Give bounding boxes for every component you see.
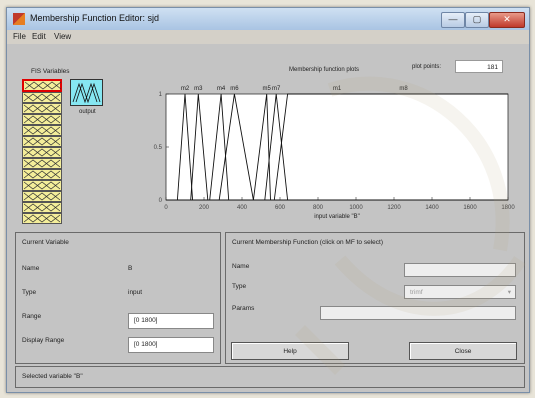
mf-name-input[interactable]	[404, 263, 516, 277]
input-mf-icon	[23, 93, 61, 102]
x-tick-label: 800	[313, 205, 324, 211]
input-variable-block[interactable]	[22, 136, 62, 147]
input-variable-block[interactable]	[22, 103, 62, 114]
input-mf-icon	[23, 170, 61, 179]
output-variable-block[interactable]	[70, 79, 103, 106]
menu-bar: File Edit View	[7, 30, 529, 44]
status-bar: Selected variable "B"	[15, 366, 525, 388]
current-variable-panel: Current Variable Name B Type input Range…	[15, 232, 221, 364]
minimize-button[interactable]: —	[441, 12, 465, 28]
input-mf-icon	[23, 126, 61, 135]
x-tick-label: 0	[164, 205, 168, 211]
input-mf-icon	[23, 214, 61, 223]
mf-label: m2	[181, 86, 190, 92]
variable-name-value: B	[128, 265, 133, 272]
menu-edit[interactable]: Edit	[32, 32, 46, 41]
input-variable-block[interactable]	[22, 92, 62, 103]
close-button[interactable]: Close	[409, 342, 517, 360]
input-variable-block[interactable]	[22, 147, 62, 158]
input-variable-block[interactable]	[22, 213, 62, 224]
input-mf-icon	[23, 137, 61, 146]
mf-params-label: Params	[232, 305, 255, 312]
mf-label: m5	[263, 86, 272, 92]
fis-variables-title: FIS Variables	[31, 68, 70, 75]
variable-type-label: Type	[22, 289, 37, 296]
input-variable-block[interactable]	[22, 114, 62, 125]
range-input[interactable]: [0 1800]	[128, 313, 214, 329]
mf-label: m3	[194, 86, 203, 92]
mf-type-value: trimf	[410, 289, 423, 296]
close-window-button[interactable]: ✕	[489, 12, 525, 28]
input-variable-block[interactable]	[22, 158, 62, 169]
input-mf-icon	[24, 81, 62, 90]
mf-type-select[interactable]: trimf ▾	[404, 285, 516, 299]
fis-input-variables	[22, 79, 62, 227]
range-label: Range	[22, 313, 42, 320]
chevron-down-icon: ▾	[507, 289, 511, 296]
variable-type-value: input	[128, 289, 143, 296]
x-tick-label: 1000	[349, 205, 363, 211]
input-mf-icon	[23, 148, 61, 157]
display-range-input[interactable]: [0 1800]	[128, 337, 214, 353]
input-mf-icon	[23, 203, 61, 212]
display-range-label: Display Range	[22, 337, 65, 344]
mf-type-label: Type	[232, 283, 247, 290]
x-tick-label: 1200	[387, 205, 401, 211]
help-button[interactable]: Help	[231, 342, 349, 360]
mf-label: m7	[272, 86, 281, 92]
y-tick-label: 1	[159, 92, 163, 98]
matlab-app-icon	[13, 13, 25, 25]
x-tick-label: 1400	[425, 205, 439, 211]
menu-view[interactable]: View	[54, 32, 71, 41]
input-mf-icon	[23, 181, 61, 190]
output-variable-label: output	[79, 109, 96, 115]
mf-label: m8	[399, 86, 408, 92]
output-mf-icon	[72, 82, 101, 104]
membership-function-plot[interactable]: 1 0.5 00 200 400 600 800 1000 1200 1400 1600 1800 m2…	[142, 74, 517, 230]
input-mf-icon	[23, 104, 61, 113]
plot-points-input[interactable]: 181	[455, 60, 503, 73]
input-variable-block[interactable]	[22, 169, 62, 180]
mf-editor-window: Membership Function Editor: sjd — ▢ ✕ Fi…	[6, 7, 530, 393]
input-mf-icon	[23, 159, 61, 168]
mf-params-input[interactable]	[320, 306, 516, 320]
input-mf-icon	[23, 115, 61, 124]
x-axis-label: input variable "B"	[314, 214, 360, 220]
plot-area	[165, 93, 509, 201]
y-tick-label: 0.5	[154, 145, 163, 151]
mf-label: m1	[333, 86, 342, 92]
input-variable-block[interactable]	[22, 180, 62, 191]
mf-label: m6	[230, 86, 239, 92]
x-tick-label: 1800	[501, 205, 515, 211]
input-variable-block[interactable]	[22, 191, 62, 202]
current-mf-title: Current Membership Function (click on MF…	[232, 239, 383, 246]
status-text: Selected variable "B"	[22, 373, 83, 380]
window-title: Membership Function Editor: sjd	[30, 13, 160, 23]
y-tick-label: 0	[159, 198, 163, 204]
client-area: FIS Variables output Membership function…	[7, 44, 529, 392]
current-variable-title: Current Variable	[22, 239, 69, 246]
title-bar[interactable]: Membership Function Editor: sjd — ▢ ✕	[7, 8, 529, 30]
input-mf-icon	[23, 192, 61, 201]
maximize-button[interactable]: ▢	[465, 12, 489, 28]
menu-file[interactable]: File	[13, 32, 26, 41]
plot-points-label: plot points:	[412, 64, 442, 70]
x-tick-label: 600	[275, 205, 286, 211]
x-tick-label: 200	[199, 205, 210, 211]
input-variable-block[interactable]	[22, 79, 62, 92]
mf-name-label: Name	[232, 263, 250, 270]
x-tick-label: 400	[237, 205, 248, 211]
mf-label: m4	[217, 86, 226, 92]
x-tick-label: 1600	[463, 205, 477, 211]
plot-title: Membership function plots	[289, 67, 360, 73]
input-variable-block[interactable]	[22, 125, 62, 136]
input-variable-block[interactable]	[22, 202, 62, 213]
variable-name-label: Name	[22, 265, 40, 272]
